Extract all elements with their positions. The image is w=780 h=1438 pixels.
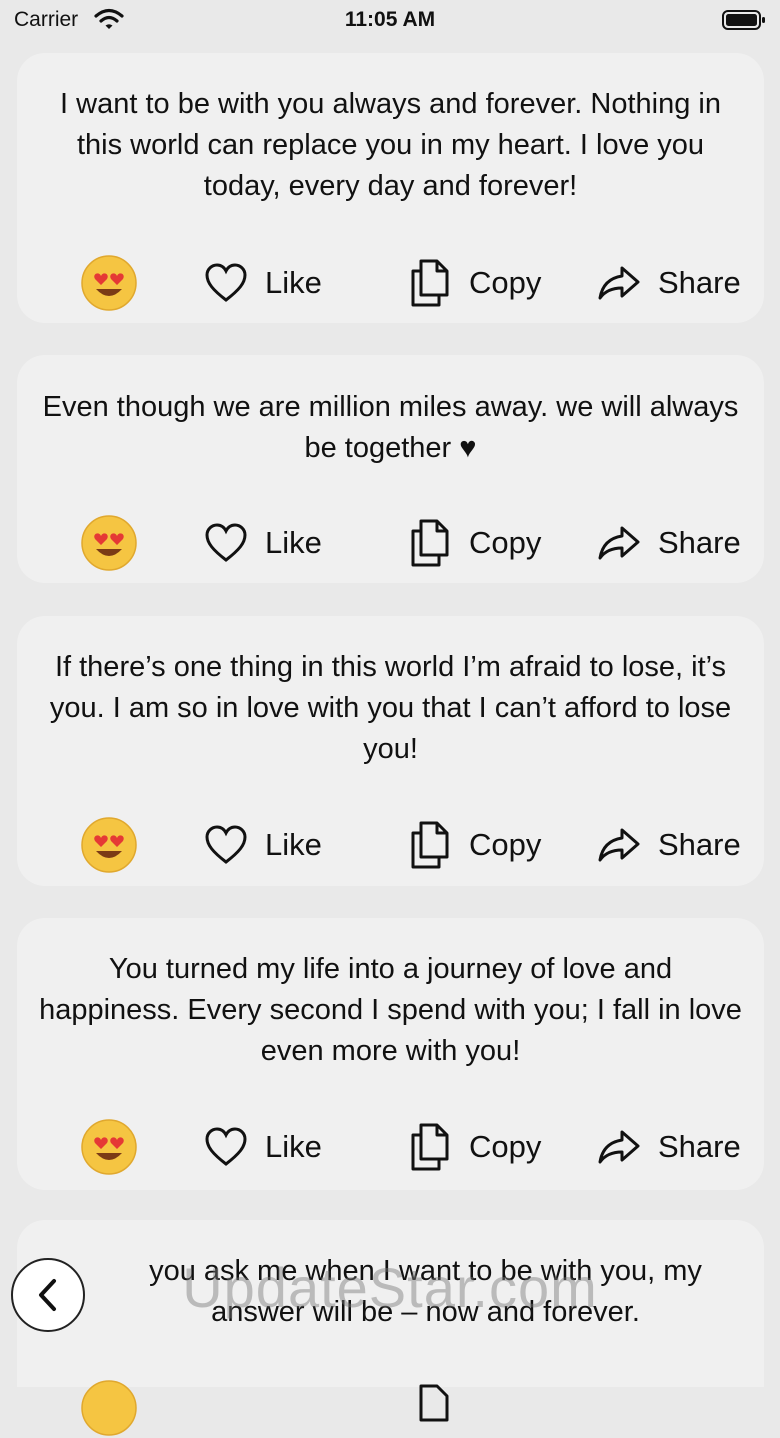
heart-eyes-emoji [81,515,137,571]
back-button[interactable] [11,1258,85,1332]
quote-actions: Like Copy Share [17,1117,764,1177]
copy-button[interactable] [409,1378,451,1438]
quote-text: you ask me when I want to be with you, m… [149,1255,702,1328]
quote-actions: Like Copy Share [17,253,764,313]
emoji-button[interactable] [81,1378,137,1438]
quote-card: Even though we are million miles away. w… [17,355,764,583]
like-button[interactable]: Like [205,513,322,573]
like-label: Like [265,1129,322,1164]
heart-eyes-emoji [81,255,137,311]
heart-eyes-emoji [81,817,137,873]
share-label: Share [658,827,741,862]
heart-outline-icon [205,825,247,864]
share-label: Share [658,525,741,560]
share-arrow-icon [598,1130,640,1164]
share-arrow-icon [598,828,640,862]
heart-outline-icon [205,523,247,562]
copy-icon [411,1123,449,1171]
share-button[interactable]: Share [598,513,741,573]
copy-button[interactable]: Copy [409,253,541,313]
share-button[interactable]: Share [598,1117,741,1177]
chevron-left-icon [39,1279,56,1311]
quote-text: Even though we are million miles away. w… [42,391,739,464]
share-button[interactable]: Share [598,253,741,313]
copy-icon [411,519,449,567]
like-button[interactable]: Like [205,1117,322,1177]
quote-actions: Like Copy Share [17,513,764,573]
like-button[interactable]: Like [205,253,322,313]
copy-label: Copy [469,265,542,300]
copy-label: Copy [469,1129,542,1164]
copy-icon [419,1384,449,1422]
copy-icon [411,259,449,307]
quote-actions [17,1378,764,1438]
emoji-button[interactable] [81,513,137,573]
quote-actions: Like Copy Share [17,815,764,875]
quote-text: If there’s one thing in this world I’m a… [49,651,732,765]
quote-text: I want to be with you always and forever… [60,88,721,202]
status-bar: Carrier 11:05 AM [0,0,780,40]
copy-button[interactable]: Copy [409,815,541,875]
status-time: 11:05 AM [344,8,436,31]
copy-button[interactable]: Copy [409,1117,541,1177]
quote-card: I want to be with you always and forever… [17,53,764,323]
emoji-button[interactable] [81,1117,137,1177]
share-label: Share [658,1129,741,1164]
share-arrow-icon [598,526,640,560]
battery-icon [722,9,766,37]
share-label: Share [658,265,741,300]
copy-icon [411,821,449,869]
heart-eyes-emoji [81,1119,137,1175]
share-button[interactable]: Share [598,815,741,875]
copy-button[interactable]: Copy [409,513,541,573]
heart-outline-icon [205,1127,247,1166]
quote-text: You turned my life into a journey of lov… [39,953,742,1067]
quote-card: you ask me when I want to be with you, m… [17,1220,764,1436]
share-arrow-icon [598,266,640,300]
emoji-button[interactable] [81,253,137,313]
quote-card: If there’s one thing in this world I’m a… [17,616,764,886]
heart-outline-icon [205,263,247,302]
quote-card: You turned my life into a journey of lov… [17,918,764,1190]
copy-label: Copy [469,827,542,862]
emoji-button[interactable] [81,815,137,875]
heart-eyes-emoji [81,1380,137,1436]
like-label: Like [265,265,322,300]
copy-label: Copy [469,525,542,560]
like-label: Like [265,525,322,560]
like-button[interactable]: Like [205,815,322,875]
like-label: Like [265,827,322,862]
